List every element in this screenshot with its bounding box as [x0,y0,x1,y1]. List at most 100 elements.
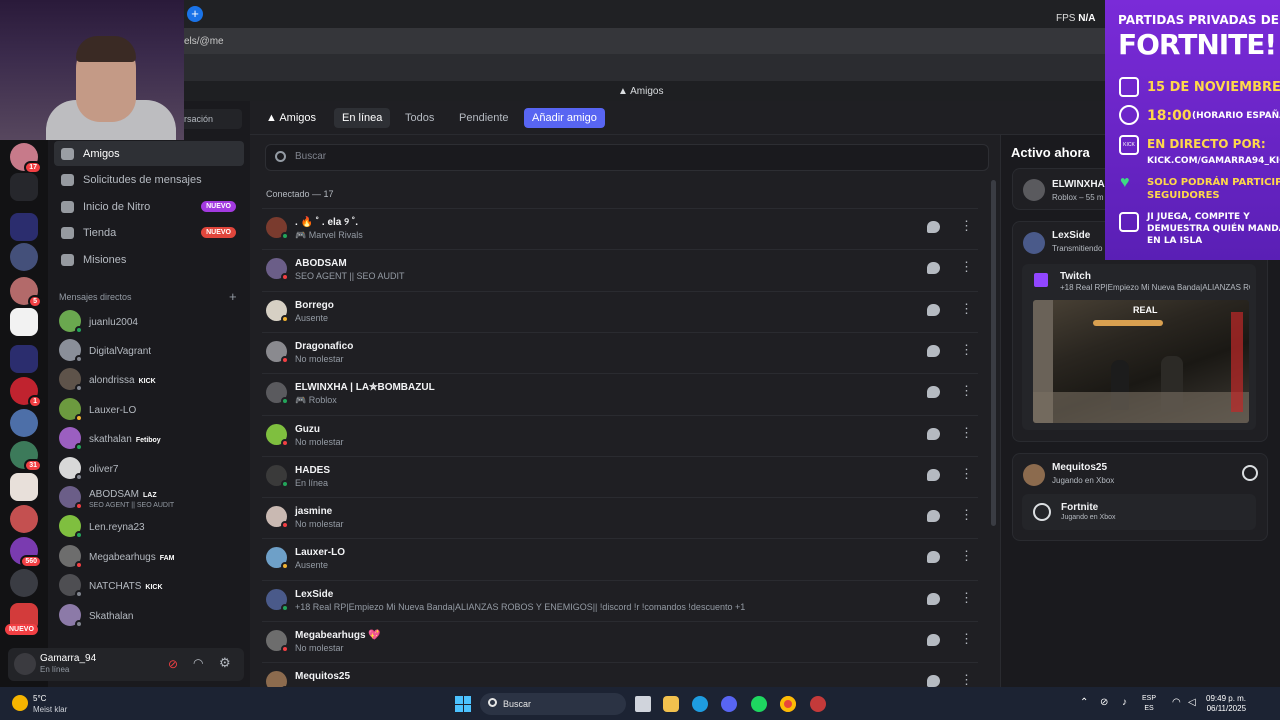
message-icon[interactable] [927,510,940,523]
folder-icon[interactable] [10,345,38,373]
settings-gear-icon[interactable]: ⚙ [219,655,231,671]
weather-desc[interactable]: Meist klar [33,705,67,714]
tab-online[interactable]: En línea [334,108,391,128]
friend-row[interactable]: Lauxer-LO Ausente ⋮ [262,538,978,579]
mute-icon[interactable]: ⊘ [168,657,178,671]
more-options-icon[interactable]: ⋮ [960,548,973,564]
discord-icon[interactable] [721,696,737,712]
headphones-icon[interactable]: ◠ [193,656,203,670]
friend-row[interactable]: Megabearhugs 💖 No molestar ⋮ [262,621,978,662]
app-icon[interactable] [810,696,826,712]
spotify-icon[interactable] [751,696,767,712]
friend-row[interactable]: Borrego Ausente ⋮ [262,290,978,332]
dm-item[interactable]: oliver7 [54,453,244,482]
nav-quests[interactable]: Misiones [54,247,244,272]
new-tab-button[interactable]: + [187,6,203,22]
more-options-icon[interactable]: ⋮ [960,672,973,688]
more-options-icon[interactable]: ⋮ [960,383,973,399]
dm-item[interactable]: Lauxer-LO [54,394,244,423]
more-options-icon[interactable]: ⋮ [960,425,973,441]
server-icon[interactable] [10,569,38,597]
language-indicator[interactable]: ESP ES [1142,694,1156,714]
folder-icon[interactable] [10,213,38,241]
server-icon[interactable] [10,243,38,271]
microphone-icon[interactable]: ♪ [1122,697,1127,708]
volume-icon[interactable]: ◁ [1188,697,1196,708]
more-options-icon[interactable]: ⋮ [960,342,973,358]
dm-item[interactable]: Len.reyna23 [54,512,244,541]
dm-item[interactable]: NATCHATS KICK [54,571,244,600]
server-icon[interactable]: 17 [10,143,42,174]
friend-row[interactable]: ELWINXHA | LA✮BOMBAZUL 🎮 Roblox ⋮ [262,373,978,414]
dm-item[interactable]: juanlu2004 [54,306,244,335]
friend-row[interactable]: LexSide +18 Real RP|Empiezo Mi Nueva Ban… [262,579,978,621]
server-icon[interactable]: 31 [10,441,42,472]
more-options-icon[interactable]: ⋮ [960,507,973,523]
server-icon[interactable]: 560 [10,537,42,568]
game-card[interactable] [1022,494,1256,530]
friend-row[interactable]: Dragonafico No molestar ⋮ [262,331,978,373]
server-icon[interactable] [10,409,38,437]
taskbar-search[interactable] [480,693,626,715]
file-explorer-icon[interactable] [663,696,679,712]
windows-start-icon[interactable] [455,696,471,712]
server-icon[interactable] [10,473,38,501]
chevron-up-icon[interactable]: ⌃ [1080,697,1088,708]
stream-thumbnail[interactable]: REAL [1033,300,1249,423]
dm-item[interactable]: Skathalan [54,600,244,629]
avatar[interactable] [14,653,36,675]
message-icon[interactable] [927,592,940,605]
system-clock[interactable]: 09:49 p. m. 06/11/2025 [1206,694,1246,714]
scrollbar[interactable] [991,180,996,526]
friend-row[interactable]: . 🔥 ˚ . ela ୨ ˚. 🎮 Marvel Rivals ⋮ [262,208,978,249]
message-icon[interactable] [927,262,940,275]
weather-temp[interactable]: 5°C [33,694,46,703]
dm-item[interactable]: Megabearhugs FAM [54,541,244,570]
message-icon[interactable] [927,634,940,646]
dm-item[interactable]: ABODSAM LAZ SEO AGENT || SEO AUDIT [54,482,244,511]
create-dm-button[interactable]: + [229,289,237,304]
message-icon[interactable] [927,344,940,357]
wifi-icon[interactable]: ◠ [1172,697,1181,708]
more-options-icon[interactable]: ⋮ [960,590,973,606]
message-icon[interactable] [927,675,940,688]
tab-pending[interactable]: Pendiente [451,108,517,128]
more-options-icon[interactable]: ⋮ [960,631,973,647]
nav-shop[interactable]: Tienda NUEVO [54,220,244,245]
chrome-icon[interactable] [780,696,796,712]
message-icon[interactable] [927,427,940,440]
tab-all[interactable]: Todos [397,108,442,128]
message-icon[interactable] [927,303,940,316]
message-icon[interactable] [927,551,940,564]
friend-row[interactable]: jasmine No molestar ⋮ [262,497,978,538]
task-view-icon[interactable] [635,696,651,712]
more-options-icon[interactable]: ⋮ [960,466,973,482]
nav-nitro[interactable]: Inicio de Nitro NUEVO [54,194,244,219]
edge-icon[interactable] [692,696,708,712]
dm-item[interactable]: alondrissa KICK [54,365,244,394]
server-icon[interactable] [10,173,38,201]
nav-message-requests[interactable]: Solicitudes de mensajes [54,167,244,192]
server-icon[interactable]: 1 [10,377,42,408]
network-off-icon[interactable]: ⊘ [1100,697,1108,708]
dm-item[interactable]: skathalan Fetiboy [54,424,244,453]
nav-friends[interactable]: Amigos [54,141,244,166]
server-icon[interactable]: 5 [10,277,42,308]
message-icon[interactable] [927,221,940,233]
add-friend-button[interactable]: Añadir amigo [524,108,605,128]
message-icon[interactable] [927,468,940,481]
friend-row[interactable]: Guzu No molestar ⋮ [262,414,978,456]
more-options-icon[interactable]: ⋮ [960,259,973,275]
server-icon[interactable] [10,505,38,533]
friend-row[interactable]: ABODSAM SEO AGENT || SEO AUDIT ⋮ [262,249,978,290]
friend-row[interactable]: HADES En línea ⋮ [262,455,978,497]
more-options-icon[interactable]: ⋮ [960,218,973,234]
friend-status: No molestar [295,436,344,447]
dm-item[interactable]: DigitalVagrant [54,335,244,364]
server-icon[interactable] [10,308,38,336]
search-input[interactable] [265,144,989,171]
message-icon[interactable] [927,386,940,399]
url-text[interactable]: els/@me [184,36,224,47]
weather-icon[interactable] [12,695,28,711]
more-options-icon[interactable]: ⋮ [960,301,973,317]
